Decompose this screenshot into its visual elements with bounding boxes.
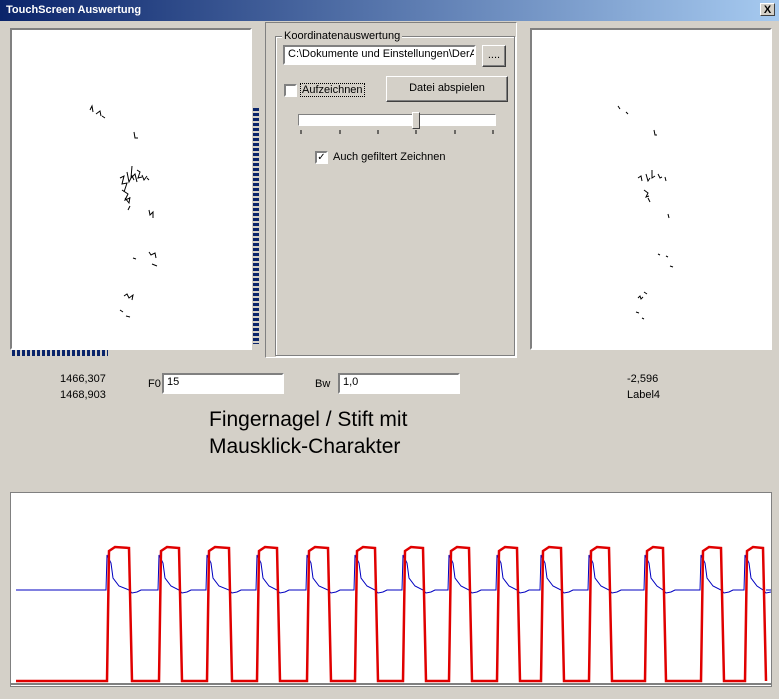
filtered-touch-strokes	[617, 105, 674, 320]
slider-ticks	[300, 130, 494, 134]
vertical-progress	[253, 108, 259, 344]
slider-thumb[interactable]	[412, 112, 420, 129]
caption-line-1: Fingernagel / Stift mit	[209, 408, 408, 431]
signal-graph	[10, 492, 776, 687]
bw-label: Bw	[315, 378, 331, 390]
signal-plot	[11, 545, 776, 685]
browse-button[interactable]: ....	[482, 45, 506, 67]
record-checkbox[interactable]	[284, 84, 297, 97]
f0-label: F0	[148, 378, 161, 390]
group-title: Koordinatenauswertung	[282, 30, 403, 42]
record-label[interactable]: Aufzeichnen	[300, 83, 365, 97]
horizontal-progress	[12, 350, 108, 356]
playback-slider[interactable]	[298, 112, 498, 136]
caption-line-2: Mausklick-Charakter	[209, 435, 401, 458]
coordinate-a: 1466,307	[60, 373, 106, 385]
file-path-field[interactable]: C:\Dokumente und Einstellungen\DerA	[283, 45, 476, 65]
caption: Fingernagel / Stift mit Mausklick-Charak…	[209, 406, 407, 460]
check-icon: ✓	[317, 152, 326, 163]
close-icon: X	[763, 4, 772, 16]
filter-checkbox[interactable]: ✓	[315, 151, 328, 164]
title-bar: TouchScreen Auswertung X	[0, 0, 779, 21]
raw-touch-canvas[interactable]	[10, 28, 252, 350]
window-title: TouchScreen Auswertung	[6, 4, 142, 16]
coordinate-b: 1468,903	[60, 389, 106, 401]
filter-label[interactable]: Auch gefiltert Zeichnen	[333, 151, 446, 163]
filtered-touch-canvas[interactable]	[530, 28, 772, 350]
raw-touch-strokes	[89, 104, 158, 318]
bw-input[interactable]: 1,0	[338, 373, 460, 394]
close-button[interactable]: X	[760, 3, 775, 16]
play-file-button[interactable]: Datei abspielen	[386, 76, 508, 102]
f0-input[interactable]: 15	[162, 373, 284, 394]
value-right: -2,596	[627, 373, 659, 385]
label4: Label4	[627, 389, 661, 401]
red-signal	[16, 545, 768, 683]
